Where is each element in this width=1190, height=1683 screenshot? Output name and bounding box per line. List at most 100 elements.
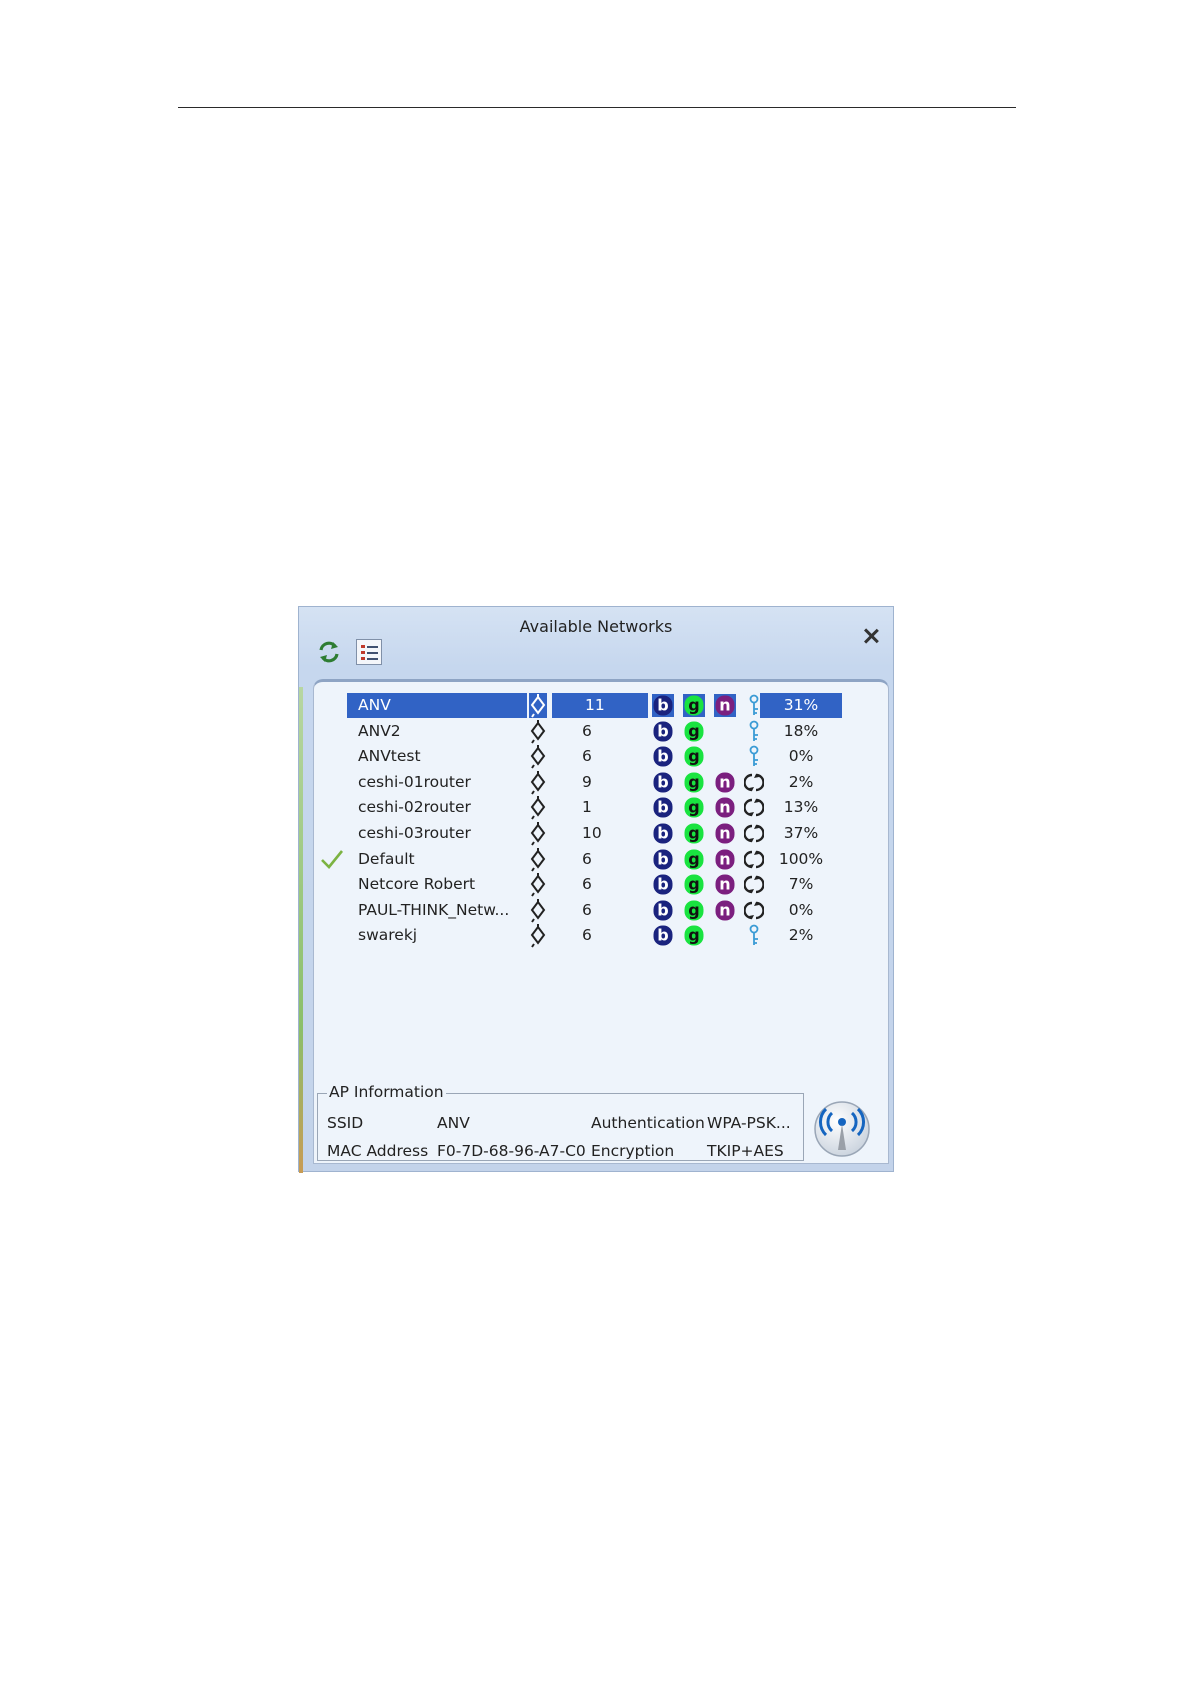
network-type-icon: [529, 872, 547, 897]
network-signal: 13%: [783, 798, 819, 817]
svg-text:b: b: [657, 849, 668, 868]
network-list: ANV 11 b g n 31% ANV2 6 b g 18% ANVtest 6 b g 0% ceshi-0…: [313, 679, 889, 1164]
svg-text:g: g: [688, 824, 699, 843]
ssid-label: SSID: [327, 1114, 364, 1132]
network-row[interactable]: ANV2 6 b g 18%: [314, 719, 890, 744]
network-signal: 31%: [760, 693, 842, 718]
mode-g-icon: g: [683, 771, 705, 794]
encryption-value: TKIP+AES: [707, 1142, 784, 1160]
network-channel: 6: [582, 926, 592, 945]
network-type-icon: [529, 795, 547, 820]
network-ssid: PAUL-THINK_Netw...: [358, 900, 510, 919]
network-signal: 18%: [783, 721, 819, 740]
mode-n-icon: n: [714, 899, 736, 922]
window-title: Available Networks: [519, 617, 673, 636]
network-channel: 1: [582, 798, 592, 817]
ssid-value: ANV: [437, 1114, 470, 1132]
mode-g-icon: g: [683, 822, 705, 845]
network-ssid: ceshi-03router: [358, 824, 471, 842]
network-row[interactable]: swarekj 6 b g 2%: [314, 923, 890, 948]
network-type-icon: [529, 770, 547, 795]
mode-g-icon: g: [683, 745, 705, 768]
mode-b-icon: b: [652, 822, 674, 845]
svg-text:b: b: [657, 696, 668, 715]
network-channel: 6: [582, 721, 592, 740]
mode-n-icon: n: [714, 771, 736, 794]
mode-b-icon: b: [652, 873, 674, 896]
ap-information-box: AP Information SSID ANV Authentication W…: [317, 1083, 804, 1161]
svg-text:b: b: [657, 772, 668, 791]
network-signal: 37%: [783, 824, 819, 842]
mode-b-icon: b: [652, 796, 674, 819]
network-channel: 11: [552, 693, 648, 718]
mode-b-icon: b: [652, 848, 674, 871]
network-row[interactable]: ceshi-03router 10 b g n 37%: [314, 821, 890, 846]
mode-n-icon: n: [714, 822, 736, 845]
network-type-icon: [529, 719, 547, 744]
page-top-rule: [178, 107, 1016, 108]
network-row[interactable]: Netcore Robert 6 b g n 7%: [314, 872, 890, 897]
svg-text:n: n: [719, 900, 730, 919]
network-row[interactable]: ceshi-02router 1 b g n 13%: [314, 795, 890, 820]
mac-address-label: MAC Address: [327, 1142, 429, 1160]
network-channel: 6: [582, 747, 592, 766]
network-channel: 6: [582, 875, 592, 894]
svg-text:g: g: [688, 772, 699, 791]
svg-text:n: n: [719, 875, 730, 894]
network-channel: 6: [582, 900, 592, 919]
authentication-label: Authentication: [591, 1114, 705, 1132]
network-ssid: ANV: [347, 693, 527, 718]
svg-text:n: n: [719, 696, 730, 715]
mode-b-icon: b: [652, 771, 674, 794]
network-row[interactable]: Default 6 b g n 100%: [314, 847, 890, 872]
svg-text:g: g: [688, 696, 699, 715]
network-signal: 0%: [788, 747, 814, 766]
svg-text:g: g: [688, 900, 699, 919]
ap-information-legend: AP Information: [327, 1083, 446, 1101]
network-ssid: ANV2: [358, 721, 401, 740]
mode-g-icon: g: [683, 720, 705, 743]
svg-text:g: g: [688, 747, 699, 766]
network-signal: 0%: [788, 900, 814, 919]
mac-address-value: F0-7D-68-96-A7-C0: [437, 1142, 586, 1160]
svg-text:n: n: [719, 824, 730, 843]
refresh-icon[interactable]: [316, 639, 342, 665]
svg-text:b: b: [657, 926, 668, 945]
mode-n-icon: n: [714, 873, 736, 896]
svg-text:g: g: [688, 926, 699, 945]
encryption-label: Encryption: [591, 1142, 675, 1160]
available-networks-window: Available Networks ANV 11 b g n 31% ANV2 6 b g 18%…: [298, 606, 894, 1173]
network-ssid: Default: [358, 849, 415, 868]
mode-n-icon: n: [714, 848, 736, 871]
network-ssid: ANVtest: [358, 747, 421, 766]
network-ssid: ceshi-01router: [358, 772, 471, 791]
network-type-icon: [529, 744, 547, 769]
network-signal: 7%: [788, 875, 814, 894]
mode-n-icon: n: [714, 694, 736, 717]
network-row[interactable]: ceshi-01router 9 b g n 2%: [314, 770, 890, 795]
mode-b-icon: b: [652, 720, 674, 743]
network-channel: 9: [582, 772, 592, 791]
network-row[interactable]: ANVtest 6 b g 0%: [314, 744, 890, 769]
network-type-icon: [529, 847, 547, 872]
svg-text:b: b: [657, 798, 668, 817]
wifi-signal-icon[interactable]: [813, 1100, 871, 1158]
svg-text:n: n: [719, 849, 730, 868]
svg-text:g: g: [688, 721, 699, 740]
authentication-value: WPA-PSK...: [707, 1114, 791, 1132]
mode-b-icon: b: [652, 924, 674, 947]
network-signal: 2%: [788, 926, 814, 945]
network-channel: 6: [582, 849, 592, 868]
network-row[interactable]: PAUL-THINK_Netw... 6 b g n 0%: [314, 898, 890, 923]
svg-text:g: g: [688, 798, 699, 817]
mode-g-icon: g: [683, 694, 705, 717]
svg-text:b: b: [657, 824, 668, 843]
list-view-icon[interactable]: [356, 639, 382, 665]
network-ssid: ceshi-02router: [358, 798, 471, 817]
mode-g-icon: g: [683, 873, 705, 896]
network-type-icon: [529, 821, 547, 846]
close-icon[interactable]: [863, 628, 879, 644]
network-ssid: Netcore Robert: [358, 875, 476, 894]
network-row[interactable]: ANV 11 b g n 31%: [314, 693, 890, 718]
svg-text:b: b: [657, 721, 668, 740]
